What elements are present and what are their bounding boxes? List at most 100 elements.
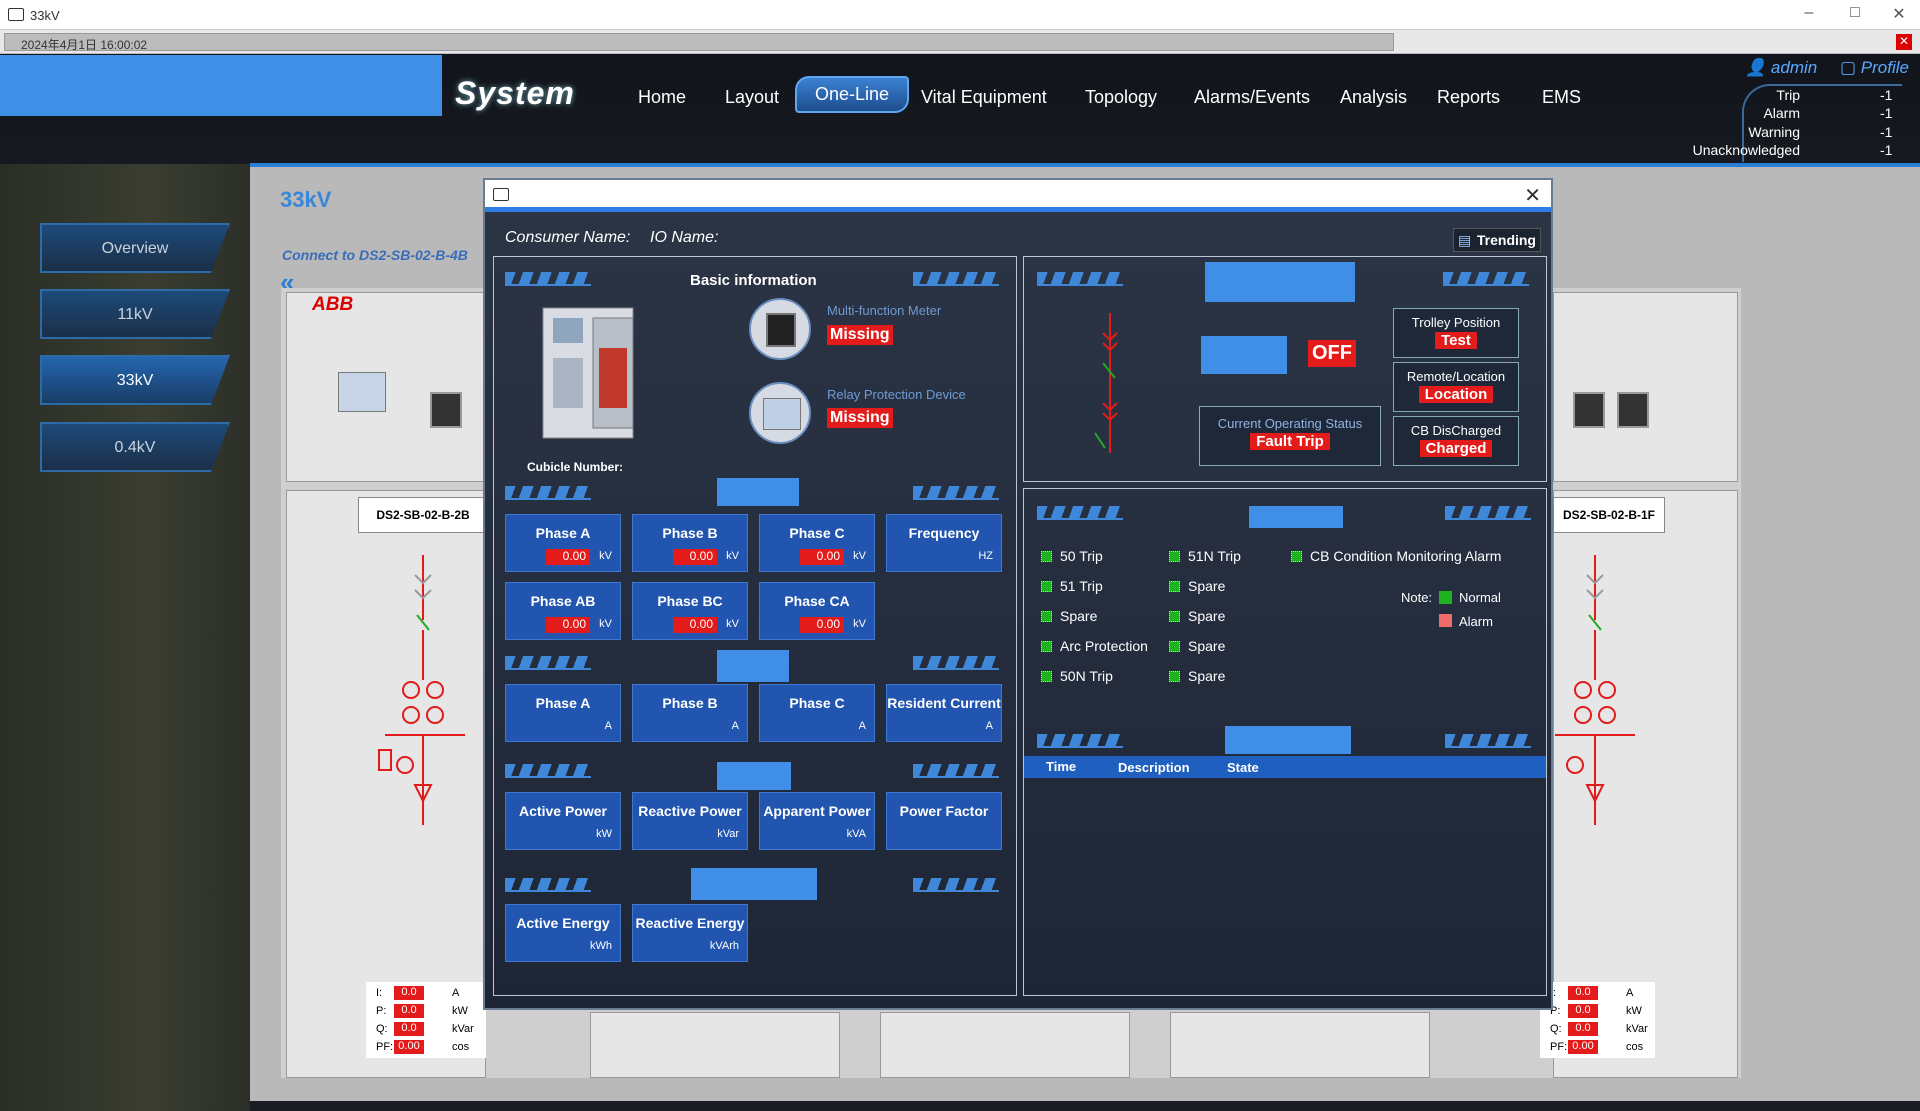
trending-button[interactable]: ▤ Trending [1453,228,1541,252]
signal-spare: Spare [1169,668,1225,684]
maximize-button[interactable]: □ [1840,4,1870,22]
signals-header [1249,506,1343,528]
status-indicator-icon [1041,671,1052,682]
deco-stripe [505,272,591,286]
legend-alarm-label: Alarm [1459,614,1493,629]
col-description[interactable]: Description [1118,760,1190,775]
brand-banner [0,55,442,116]
relay-label: Relay Protection Device [827,387,966,402]
dialog-titlebar: ✕ [485,180,1551,212]
tile-reactive-energy: Reactive Energy kVArh [632,904,748,962]
signal-cb-condition-monitoring-alarm: CB Condition Monitoring Alarm [1291,548,1501,564]
tile-phase-c-current: Phase CA [759,684,875,742]
nav-topology[interactable]: Topology [1077,84,1165,111]
window-titlebar: 33kV – □ ✕ [0,0,1920,30]
status-indicator-icon [1041,551,1052,562]
sidebar-item-overview[interactable]: Overview [40,223,230,273]
signal-spare: Spare [1041,608,1097,624]
chart-icon: ▤ [1458,232,1472,248]
events-header [1225,726,1351,754]
sidebar-item-11kv[interactable]: 11kV [40,289,230,339]
signal-51n-trip: 51N Trip [1169,548,1241,564]
sidebar-item-0-4kv[interactable]: 0.4kV [40,422,230,472]
cabinet-bottom-2 [590,1012,840,1078]
alarm-count: -1 [1880,105,1893,121]
current-section-header [717,650,789,682]
tile-active-energy: Active Energy kWh [505,904,621,962]
system-logo: System [455,75,575,111]
profile-link[interactable]: ▢ Profile [1840,58,1909,78]
voltage-section-header [717,478,799,506]
deco-stripe [913,656,999,670]
cabinet-bottom-4 [1170,1012,1430,1078]
tile-phase-bc-voltage: Phase BC 0.00 kV [632,582,748,640]
unacknowledged-label: Unacknowledged [1692,142,1800,158]
legend-normal-swatch [1439,591,1452,604]
dialog-close-button[interactable]: ✕ [1524,183,1541,208]
events-table-header: Time Description State [1024,756,1546,778]
energy-section-header [691,868,817,900]
trip-count: -1 [1880,87,1893,103]
io-name-label: IO Name: [650,229,719,246]
warning-label: Warning [1748,124,1800,140]
date-bar: 2024年4月1日 16:00:02 ✕ [0,30,1920,54]
profile-icon: ▢ [1840,58,1857,77]
connect-link[interactable]: Connect to DS2-SB-02-B-4B [282,247,468,263]
cabinet-right-top [1553,292,1738,482]
cubicle-number-label: Cubicle Number: [527,460,624,474]
deco-stripe [1037,734,1123,748]
nav-vital-equipment[interactable]: Vital Equipment [913,84,1055,111]
trip-label: Trip [1776,87,1800,103]
measurement-box-left: I: 0.0 A P: 0.0 kW Q: 0.0 kVar PF: 0.00 cos [366,982,486,1058]
deco-stripe [1037,506,1123,520]
cabinet-label-left: DS2-SB-02-B-2B [358,497,488,533]
user-link[interactable]: 👤 admin [1745,58,1817,78]
window-title: 33kV [30,8,60,23]
page-title: 33kV [280,187,332,212]
breaker-header [1205,262,1355,302]
meter-status: Missing [827,325,893,345]
breaker-state: OFF [1308,340,1356,367]
relay-device-image [338,372,386,412]
datetime-display: 2024年4月1日 16:00:02 [4,33,1394,52]
signal-51-trip: 51 Trip [1041,578,1103,594]
nav-alarms-events[interactable]: Alarms/Events [1186,84,1318,111]
datebar-close-icon[interactable]: ✕ [1896,34,1912,50]
minimize-button[interactable]: – [1794,4,1824,22]
remote-location-box: Remote/Location Location [1393,362,1519,412]
tile-phase-a-voltage: Phase A 0.00 kV [505,514,621,572]
signal-50-trip: 50 Trip [1041,548,1103,564]
cabinet-left-top [286,292,486,482]
col-state[interactable]: State [1227,760,1259,775]
col-time[interactable]: Time [1046,759,1076,774]
nav-analysis[interactable]: Analysis [1332,84,1415,111]
trolley-position-box: Trolley Position Test [1393,308,1519,358]
nav-home[interactable]: Home [630,84,694,111]
status-indicator-icon [1041,641,1052,652]
cb-discharged-box: CB DisCharged Charged [1393,416,1519,466]
legend-alarm-swatch [1439,614,1452,627]
close-window-button[interactable]: ✕ [1884,4,1914,24]
meter-icon [749,298,811,360]
nav-layout[interactable]: Layout [717,84,787,111]
tile-apparent-power: Apparent Power kVA [759,792,875,850]
unacknowledged-count: -1 [1880,142,1893,158]
deco-stripe [913,486,999,500]
tile-phase-ab-voltage: Phase AB 0.00 kV [505,582,621,640]
nav-ems[interactable]: EMS [1534,84,1589,111]
abb-logo: ABB [312,294,354,315]
cubicle-image [542,307,634,439]
deco-stripe [505,486,591,500]
status-indicator-icon [1169,611,1180,622]
nav-one-line[interactable]: One-Line [795,76,910,113]
deco-stripe [913,764,999,778]
sidebar-item-33kv[interactable]: 33kV [40,355,230,405]
tile-frequency: Frequency HZ [886,514,1002,572]
tile-active-power: Active Power kW [505,792,621,850]
nav-reports[interactable]: Reports [1429,84,1508,111]
legend-note-label: Note: [1401,590,1433,605]
meter-label: Multi-function Meter [827,303,942,318]
cabinet-label-right: DS2-SB-02-B-1F [1553,497,1665,533]
cabinet-bottom-3 [880,1012,1130,1078]
breaker-state-indicator [1201,336,1287,374]
